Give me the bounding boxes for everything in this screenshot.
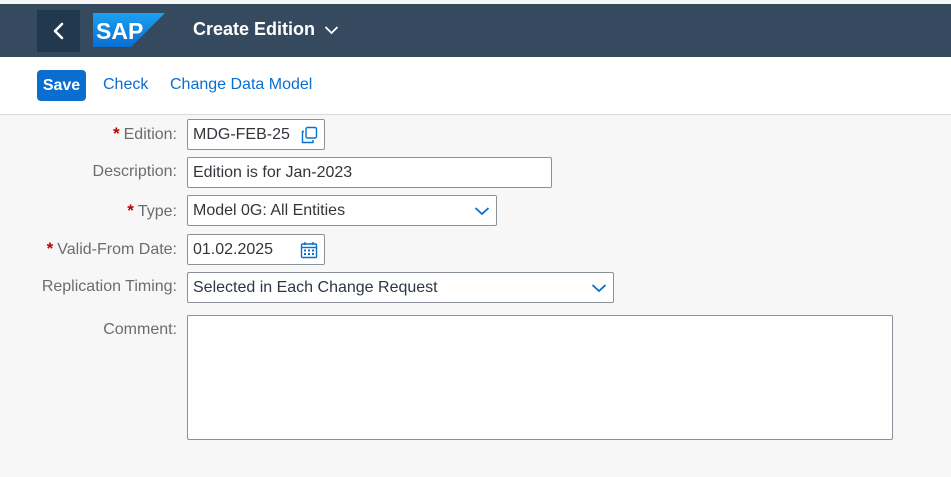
replication-timing-label: Replication Timing: <box>41 278 177 295</box>
app-title: Create Edition <box>193 19 316 39</box>
description-label: Description: <box>92 163 177 180</box>
sap-logo: SAP <box>93 13 165 52</box>
calendar-icon[interactable] <box>300 241 318 259</box>
type-label: * Type: <box>127 201 177 220</box>
back-button[interactable] <box>37 10 80 52</box>
description-value: Edition is for Jan-2023 <box>193 163 353 181</box>
chevron-down-icon[interactable] <box>591 283 607 293</box>
check-button[interactable]: Check <box>103 76 148 94</box>
copy-icon[interactable] <box>300 126 318 144</box>
action-toolbar: Save Check Change Data Model <box>0 57 951 115</box>
edition-value: MDG-FEB-25 <box>193 125 290 143</box>
valid-from-date-value: 01.02.2025 <box>193 240 274 258</box>
type-value: Model 0G: All Entities <box>193 201 346 219</box>
chevron-down-icon <box>324 25 339 34</box>
logo-text: SAP <box>96 18 143 44</box>
type-select[interactable]: Model 0G: All Entities <box>187 195 497 226</box>
valid-from-date-field[interactable]: 01.02.2025 <box>187 234 325 265</box>
change-data-model-button[interactable]: Change Data Model <box>170 76 312 94</box>
edition-field[interactable]: MDG-FEB-25 <box>187 119 325 150</box>
comment-label: Comment: <box>103 321 177 338</box>
chevron-left-icon <box>53 22 63 40</box>
edition-label: * Edition: <box>113 124 177 143</box>
replication-timing-select[interactable]: Selected in Each Change Request <box>187 272 614 303</box>
valid-from-date-label: * Valid-From Date: <box>46 239 177 258</box>
comment-textarea[interactable] <box>187 315 893 440</box>
save-button[interactable]: Save <box>37 70 86 101</box>
required-marker: * <box>46 239 54 258</box>
replication-timing-value: Selected in Each Change Request <box>193 278 438 296</box>
description-field[interactable]: Edition is for Jan-2023 <box>187 157 552 188</box>
required-marker: * <box>127 201 134 220</box>
shell-bar: SAP Create Edition <box>0 4 951 57</box>
chevron-down-icon[interactable] <box>474 206 490 216</box>
required-marker: * <box>113 124 120 143</box>
app-title-menu[interactable]: Create Edition <box>193 19 339 40</box>
